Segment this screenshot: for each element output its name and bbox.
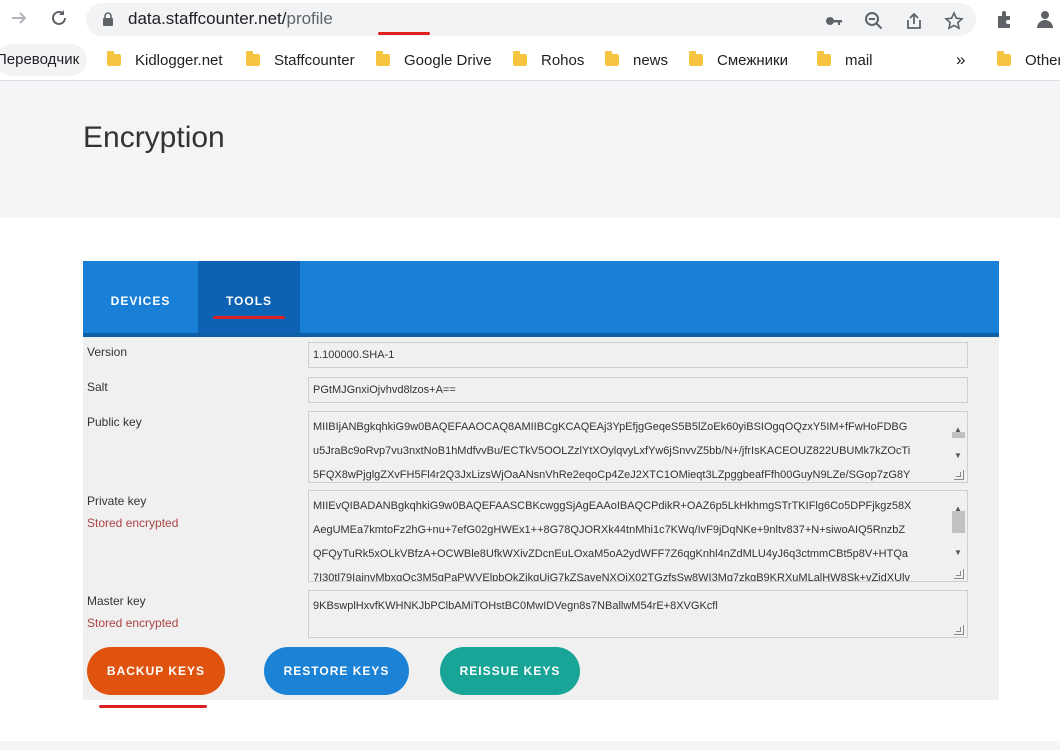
bookmark-staffcounter[interactable]: Staffcounter	[246, 48, 355, 72]
resize-grip-icon[interactable]	[954, 470, 964, 480]
master-key-label: Master key	[87, 594, 146, 608]
public-key-label: Public key	[87, 415, 142, 429]
backup-keys-button[interactable]: BACKUP KEYS	[87, 647, 225, 695]
lock-icon	[102, 12, 114, 32]
salt-label: Salt	[87, 380, 108, 394]
bookmark-other[interactable]: Other	[997, 48, 1060, 72]
profile-icon[interactable]	[1034, 8, 1056, 30]
private-key-line: 7I30tl79IainvMbxgQc3M5gPaPWVElpbOkZjkqUj…	[313, 572, 910, 582]
folder-icon	[246, 51, 260, 66]
reissue-keys-button[interactable]: REISSUE KEYS	[440, 647, 580, 695]
tab-bar-divider	[83, 333, 999, 337]
version-field[interactable]: 1.100000.SHA-1	[308, 342, 968, 368]
folder-icon	[997, 51, 1011, 66]
public-key-line: 5FQX8wPjglgZXvFH5Fl4r2Q3JxLizsWjOaANsnVh…	[313, 469, 911, 481]
tab-bar: DEVICES TOOLS	[83, 261, 999, 333]
bookmarks-overflow-button[interactable]: »	[956, 48, 965, 72]
folder-icon	[513, 51, 527, 66]
folder-icon	[107, 51, 121, 66]
master-key-stored-encrypted: Stored encrypted	[87, 616, 179, 630]
restore-keys-button[interactable]: RESTORE KEYS	[264, 647, 409, 695]
share-icon[interactable]	[904, 11, 924, 31]
bookmark-smezhniki[interactable]: Смежники	[689, 48, 788, 72]
bookmark-translator[interactable]: Переводчик	[0, 44, 88, 76]
bookmark-label: news	[633, 51, 669, 69]
page-title: Encryption	[83, 121, 225, 154]
backup-button-underline	[99, 705, 207, 708]
folder-icon	[605, 51, 619, 66]
folder-icon	[689, 51, 703, 66]
public-key-line: MIIBIjANBgkqhkiG9w0BAQEFAAOCAQ8AMIIBCgKC…	[313, 421, 908, 433]
encryption-panel: DEVICES TOOLS Version 1.100000.SHA-1 Sal…	[83, 261, 999, 700]
scroll-up-arrow-icon[interactable]: ▲	[954, 418, 962, 442]
bookmark-label: Rohos	[541, 51, 585, 69]
bookmark-label: Kidlogger.net	[135, 51, 223, 69]
footer-strip	[0, 741, 1060, 750]
master-key-value: 9KBswplHxvfKWHNKJbPClbAMiTOHstBC0MwIDVeg…	[313, 600, 718, 612]
bookmark-rohos[interactable]: Rohos	[513, 48, 584, 72]
bookmark-label: Смежники	[717, 51, 788, 69]
bookmark-label: Staffcounter	[274, 51, 355, 69]
folder-icon	[376, 51, 390, 66]
scroll-thumb[interactable]	[952, 432, 965, 438]
salt-field[interactable]: PGtMJGnxiOjvhvd8lzos+A==	[308, 377, 968, 403]
reload-icon[interactable]	[48, 8, 70, 30]
bookmark-mail[interactable]: mail	[817, 48, 873, 72]
scroll-thumb[interactable]	[952, 511, 965, 533]
folder-icon	[817, 51, 831, 66]
bookmark-star-icon[interactable]	[944, 11, 964, 31]
public-key-line: u5JraBc9oRvp7vu3nxtNoB1hMdfvvBu/ECTkV5OO…	[313, 445, 911, 457]
public-key-textarea[interactable]: MIIBIjANBgkqhkiG9w0BAQEFAAOCAQ8AMIIBCgKC…	[308, 411, 968, 483]
bookmark-kidlogger[interactable]: Kidlogger.net	[107, 48, 223, 72]
private-key-line: AegUMEa7kmtoFz2hG+nu+7efG02gHWEx1++8G78Q…	[313, 524, 906, 536]
url-text[interactable]: data.staffcounter.net/profile	[128, 9, 333, 29]
url-path-underline	[378, 32, 430, 35]
bookmark-label: Переводчик	[0, 51, 80, 68]
private-key-scrollbar[interactable]: ▲ ▼	[949, 491, 967, 581]
private-key-textarea[interactable]: MIIEvQIBADANBgkqhkiG9w0BAQEFAASCBKcwggSj…	[308, 490, 968, 582]
page-header: Encryption	[0, 81, 1060, 218]
tab-tools[interactable]: TOOLS	[198, 261, 300, 333]
browser-toolbar: data.staffcounter.net/profile	[0, 0, 1060, 40]
bookmark-news[interactable]: news	[605, 48, 668, 72]
tools-tab-underline	[213, 316, 285, 319]
bookmark-label: mail	[845, 51, 873, 69]
master-key-textarea[interactable]: 9KBswplHxvfKWHNKJbPClbAMiTOHstBC0MwIDVeg…	[308, 590, 968, 638]
scroll-down-arrow-icon[interactable]: ▼	[954, 444, 962, 468]
key-icon[interactable]	[824, 11, 844, 31]
tab-devices[interactable]: DEVICES	[83, 261, 198, 333]
bookmark-label: Other	[1025, 51, 1060, 69]
zoom-icon[interactable]	[864, 11, 884, 31]
resize-grip-icon[interactable]	[954, 569, 964, 579]
forward-arrow-icon[interactable]	[8, 8, 30, 30]
bookmark-label: Google Drive	[404, 51, 492, 69]
bookmark-google-drive[interactable]: Google Drive	[376, 48, 492, 72]
private-key-label: Private key	[87, 494, 147, 508]
private-key-stored-encrypted: Stored encrypted	[87, 516, 179, 530]
private-key-line: MIIEvQIBADANBgkqhkiG9w0BAQEFAASCBKcwggSj…	[313, 500, 912, 512]
bookmarks-bar: Переводчик Kidlogger.net Staffcounter Go…	[0, 40, 1060, 81]
resize-grip-icon[interactable]	[954, 625, 964, 635]
address-bar[interactable]: data.staffcounter.net/profile	[86, 3, 976, 36]
private-key-line: QFQyTuRk5xOLkVBfzA+OCWBle8UfkWXivZDcnEuL…	[313, 548, 909, 560]
extensions-puzzle-icon[interactable]	[994, 8, 1016, 30]
version-label: Version	[87, 345, 128, 359]
scroll-down-arrow-icon[interactable]: ▼	[954, 541, 962, 565]
